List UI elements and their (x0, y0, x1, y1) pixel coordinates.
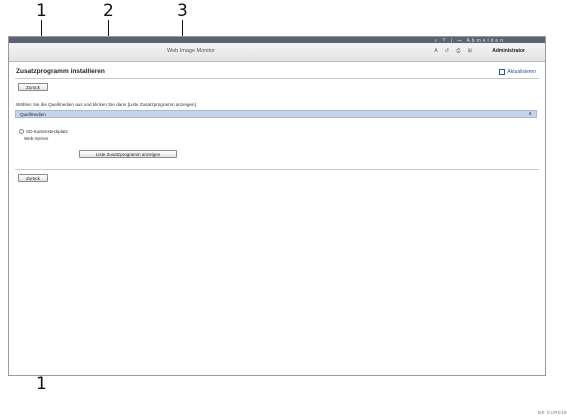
back-button-bottom[interactable]: Zurück (18, 174, 48, 182)
section-title: Quellmedien (20, 112, 46, 117)
radio-button[interactable] (19, 129, 24, 134)
refresh-link[interactable]: Aktualisieren (499, 69, 536, 75)
instruction-text: Wählen Sie die Quellmedien aus und klick… (16, 102, 198, 107)
callout-number-2: 2 (103, 1, 114, 21)
user-name: Administrator (492, 48, 525, 54)
footer-divider (15, 169, 539, 170)
source-media-section: Quellmedien ∧ (15, 110, 537, 118)
radio-label: Web-Server (24, 136, 49, 141)
refresh-icon[interactable] (499, 69, 506, 75)
callout-number-3: 3 (177, 1, 188, 21)
callout-number-1: 1 (36, 1, 47, 21)
callout-number-1-bottom: 1 (36, 374, 47, 394)
figure-code: DE CUR019 (537, 410, 567, 415)
radio-web-server[interactable]: Web-Server (24, 136, 48, 141)
radio-label: SD-Kartensteckplatz (26, 129, 68, 134)
collapse-icon[interactable]: ∧ (528, 111, 532, 117)
browser-window: ⌕ ? | ⇥ Abmelden Web Image Monitor A ↺ ⎙… (8, 36, 546, 376)
back-button-top[interactable]: Zurück (18, 83, 48, 91)
app-title: Web Image Monitor (167, 48, 215, 54)
radio-sd-card[interactable]: SD-Kartensteckplatz (19, 129, 68, 134)
list-addons-button[interactable]: Liste Zusatzprogramm anzeigen (79, 150, 177, 158)
title-divider (15, 78, 539, 79)
page-title: Zusatzprogramm installieren (16, 68, 105, 75)
refresh-label[interactable]: Aktualisieren (507, 69, 536, 75)
header-controls[interactable]: A ↺ ⎙ ⊞ (434, 48, 475, 54)
